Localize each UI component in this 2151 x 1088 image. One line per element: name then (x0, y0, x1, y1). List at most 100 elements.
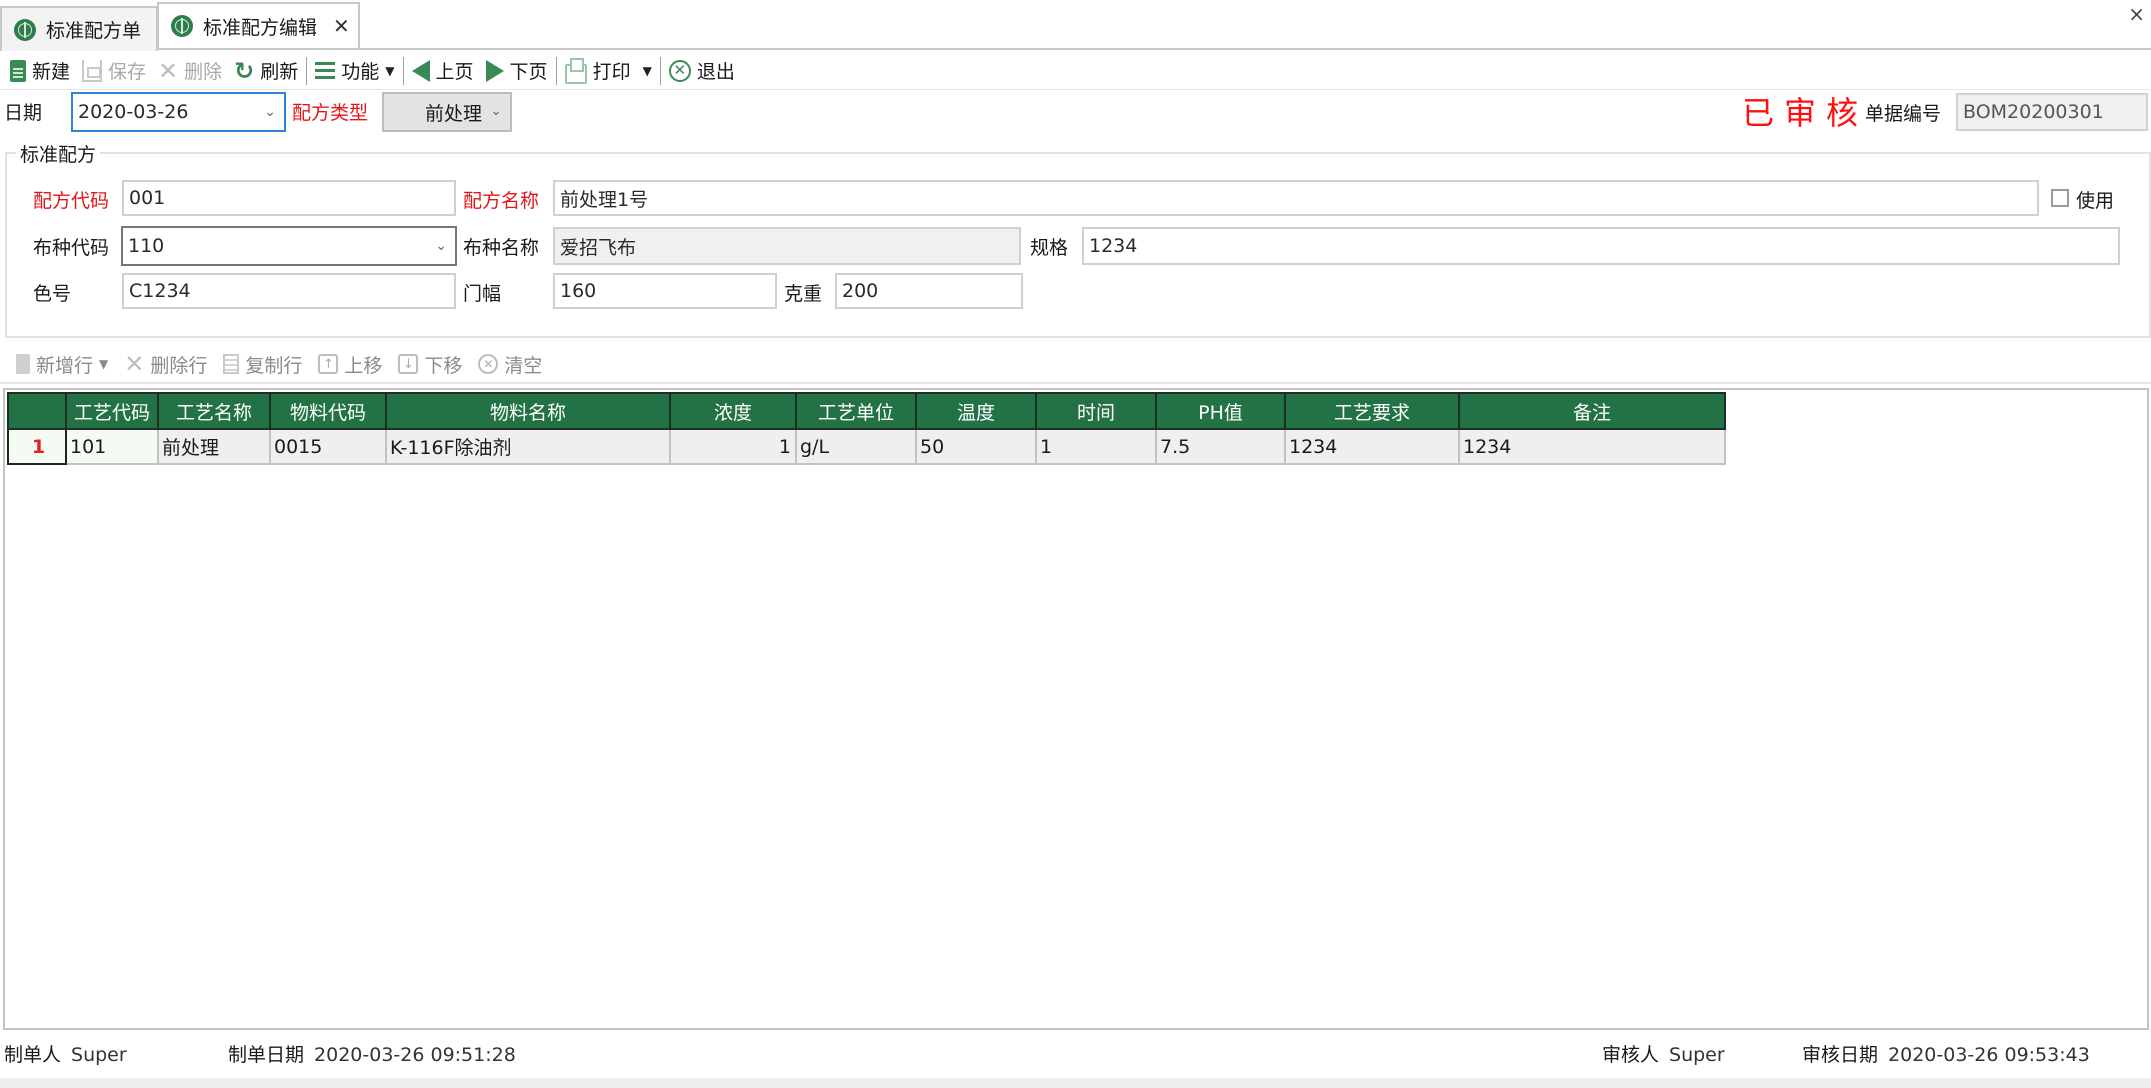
exit-button[interactable]: ✕ 退出 (663, 55, 741, 87)
refresh-button[interactable]: ↻ 刷新 (228, 55, 304, 87)
creator-info: 制单人 Super (4, 1040, 127, 1067)
column-header[interactable]: 工艺单位 (795, 392, 917, 430)
column-header[interactable]: 工艺代码 (65, 392, 159, 430)
cell-process-code[interactable]: 101 (65, 428, 159, 465)
arrow-left-icon (411, 59, 430, 82)
new-button[interactable]: 新建 (4, 55, 76, 87)
created-date-info: 制单日期 2020-03-26 09:51:28 (228, 1040, 516, 1067)
row-header-corner[interactable] (7, 392, 67, 430)
arrow-right-icon (485, 59, 504, 82)
created-date-label: 制单日期 (228, 1044, 305, 1066)
date-picker[interactable]: 2020-03-26 ⌄ (71, 92, 286, 132)
recipe-code-input[interactable]: 001 (122, 180, 456, 216)
close-tab-icon[interactable]: ✕ (333, 14, 350, 38)
window-close-button[interactable]: × (2128, 2, 2145, 26)
tab-recipe-list[interactable]: 标准配方单 (0, 6, 158, 51)
table-row[interactable]: 1 101 前处理 0015 K-116F除油剂 1 g/L 50 1 7.5 … (7, 428, 1726, 465)
main-toolbar: 新建 保存 ✕ 删除 ↻ 刷新 功能 ▼ 上页 下页 打印 ▼ ✕ 退出 (0, 52, 2151, 90)
next-page-label: 下页 (509, 61, 548, 83)
column-header[interactable]: 物料名称 (385, 392, 671, 430)
column-header[interactable]: PH值 (1155, 392, 1286, 430)
chevron-down-icon[interactable]: ⌄ (264, 104, 276, 120)
column-header[interactable]: 备注 (1458, 392, 1726, 430)
creator-label: 制单人 (4, 1044, 62, 1066)
fabric-name-label: 布种名称 (463, 237, 540, 259)
audited-date-info: 审核日期 2020-03-26 09:53:43 (1802, 1040, 2090, 1067)
add-row-label: 新增行 (36, 354, 94, 377)
cell-remark[interactable]: 1234 (1458, 428, 1726, 465)
recipe-name-label: 配方名称 (463, 190, 540, 212)
doc-no-label: 单据编号 (1865, 103, 1942, 125)
cell-material-code[interactable]: 0015 (269, 428, 387, 465)
tab-label: 标准配方编辑 (203, 16, 318, 39)
column-header[interactable]: 物料代码 (269, 392, 387, 430)
row-number[interactable]: 1 (7, 428, 67, 465)
new-label: 新建 (32, 61, 71, 83)
copy-row-button[interactable]: 复制行 (217, 351, 308, 378)
audited-date-value: 2020-03-26 09:53:43 (1888, 1044, 2090, 1066)
recipe-type-label: 配方类型 (292, 102, 369, 124)
new-row-icon (16, 354, 30, 374)
weight-input[interactable]: 200 (835, 273, 1023, 309)
spec-input[interactable]: 1234 (1082, 227, 2120, 265)
tab-recipe-edit[interactable]: 标准配方编辑 ✕ (157, 2, 360, 48)
print-button[interactable]: 打印 ▼ (559, 55, 658, 87)
date-label: 日期 (4, 102, 43, 124)
caret-down-icon: ▼ (385, 63, 395, 78)
toolbar-separator (402, 56, 404, 85)
fabric-code-combo[interactable]: 110 ⌄ (121, 226, 457, 266)
chevron-down-icon[interactable]: ⌄ (435, 238, 447, 254)
move-down-button[interactable]: ↓ 下移 (392, 351, 468, 378)
caret-down-icon[interactable]: ▼ (643, 64, 652, 78)
cell-concentration[interactable]: 1 (669, 428, 797, 465)
cell-material-name[interactable]: K-116F除油剂 (385, 428, 671, 465)
color-no-input[interactable]: C1234 (122, 273, 456, 309)
save-button[interactable]: 保存 (76, 55, 152, 87)
cell-temperature[interactable]: 50 (915, 428, 1037, 465)
move-up-label: 上移 (344, 354, 383, 377)
cell-ph[interactable]: 7.5 (1155, 428, 1286, 465)
printer-icon (564, 57, 587, 84)
doc-no-field[interactable]: BOM20200301 (1956, 93, 2148, 131)
delete-label: 删除 (184, 61, 223, 83)
cell-process-unit[interactable]: g/L (795, 428, 917, 465)
width-input[interactable]: 160 (553, 273, 777, 309)
column-header[interactable]: 工艺名称 (157, 392, 271, 430)
use-label: 使用 (2076, 190, 2115, 212)
column-header[interactable]: 温度 (915, 392, 1037, 430)
save-label: 保存 (108, 61, 147, 83)
delete-row-button[interactable]: ✕ 删除行 (118, 351, 213, 378)
clear-button[interactable]: ✕ 清空 (472, 351, 548, 378)
add-row-button[interactable]: 新增行 ▼ (10, 351, 114, 378)
move-up-button[interactable]: ↑ 上移 (312, 351, 388, 378)
function-menu-button[interactable]: 功能 ▼ (309, 55, 400, 87)
copy-row-label: 复制行 (245, 354, 303, 377)
prev-page-button[interactable]: 上页 (406, 55, 480, 87)
recipe-code-value: 001 (129, 187, 166, 209)
new-document-icon (10, 59, 26, 82)
column-header[interactable]: 工艺要求 (1284, 392, 1460, 430)
caret-down-icon[interactable]: ▼ (99, 357, 108, 371)
cell-process-name[interactable]: 前处理 (157, 428, 271, 465)
arrow-down-icon: ↓ (398, 354, 419, 374)
toolbar-separator (306, 56, 308, 85)
recipe-name-input[interactable]: 前处理1号 (553, 180, 2039, 216)
grid-header-row: 工艺代码 工艺名称 物料代码 物料名称 浓度 工艺单位 温度 时间 PH值 工艺… (7, 392, 1726, 430)
use-checkbox[interactable] (2051, 189, 2069, 207)
delete-button[interactable]: ✕ 删除 (152, 55, 228, 87)
width-label: 门幅 (463, 283, 502, 305)
color-no-value: C1234 (129, 280, 191, 302)
fabric-name-field[interactable]: 爱招飞布 (553, 227, 1021, 265)
cell-time[interactable]: 1 (1035, 428, 1157, 465)
exit-label: 退出 (696, 61, 735, 83)
column-header[interactable]: 浓度 (669, 392, 797, 430)
next-page-button[interactable]: 下页 (480, 55, 554, 87)
column-header[interactable]: 时间 (1035, 392, 1157, 430)
delete-row-label: 删除行 (150, 354, 208, 377)
save-icon (82, 59, 103, 82)
width-value: 160 (560, 280, 597, 302)
cell-process-requirement[interactable]: 1234 (1284, 428, 1460, 465)
globe-icon (14, 18, 36, 41)
recipe-type-select[interactable]: 前处理 ⌄ (382, 92, 512, 132)
auditor-info: 审核人 Super (1602, 1040, 1725, 1067)
